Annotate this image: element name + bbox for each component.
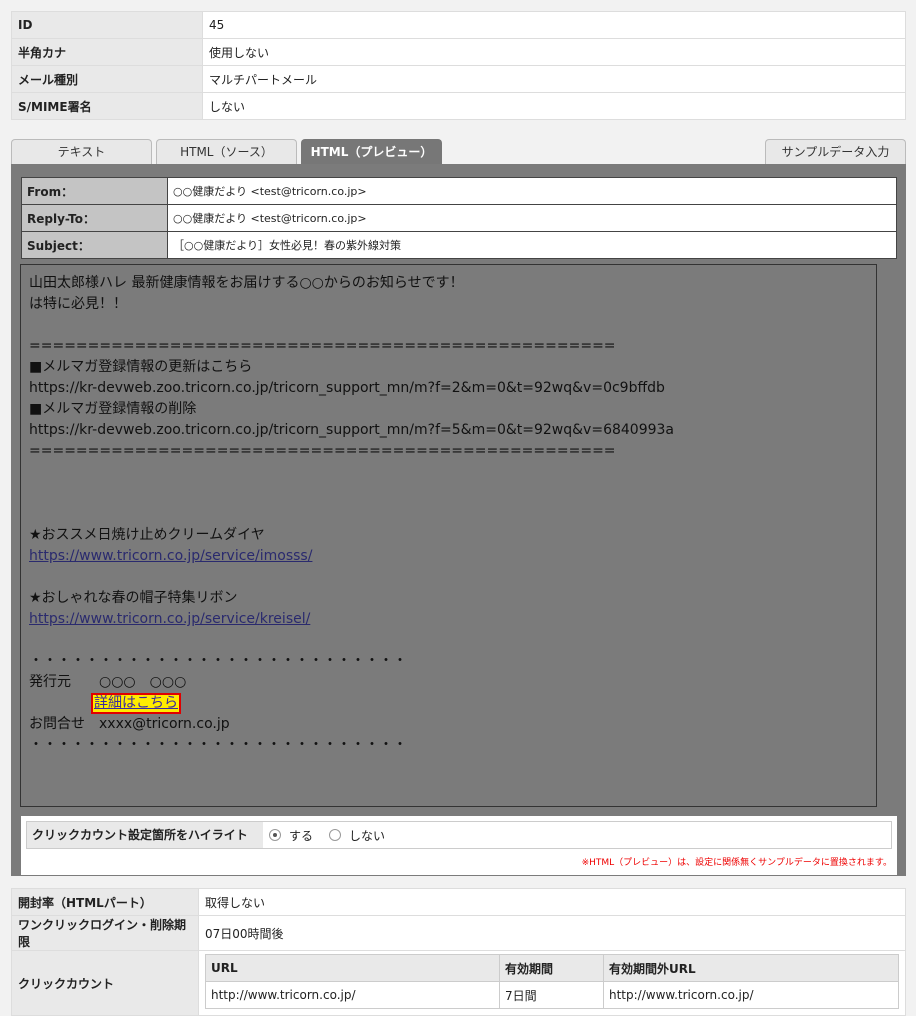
table-row: http://www.tricorn.co.jp/ 7日間 http://www… [205,981,899,1009]
mail-header-table: From： ○○健康だより <test@tricorn.co.jp> Reply… [21,177,897,259]
item-link[interactable]: https://www.tricorn.co.jp/service/kreise… [29,611,310,627]
highlight-off-label: しない [349,828,386,843]
sample-data-button[interactable]: サンプルデータ入力 [765,139,906,165]
subject-label: Subject： [21,231,168,259]
highlight-on-label: する [289,828,314,843]
update-url: https://kr-devweb.zoo.tricorn.co.jp/tric… [29,380,665,396]
from-label: From： [21,177,168,205]
item-title: ★おススメ日焼け止めクリームダイヤ [29,527,265,543]
highlight-setting: クリックカウント設定箇所をハイライト する しない ※HTML（プレビュー）は、… [21,816,897,875]
oneclick-label: ワンクリックログイン・削除期限 [11,915,199,951]
highlight-options: する しない [263,822,401,848]
item-link[interactable]: https://www.tricorn.co.jp/service/imosss… [29,548,312,564]
mail-meta-table: 開封率（HTMLパート） 取得しない ワンクリックログイン・削除期限 07日00… [11,888,906,1016]
info-value: マルチパートメール [202,65,906,93]
info-label: 半角カナ [11,38,203,66]
info-row-mail-type: メール種別 マルチパートメール [11,65,906,93]
highlight-row: クリックカウント設定箇所をハイライト する しない [26,821,892,849]
meta-row-oneclick: ワンクリックログイン・削除期限 07日00時間後 [11,915,906,951]
highlight-off-option[interactable]: しない [329,827,385,844]
click-table-header: URL 有効期間 有効期間外URL [205,954,899,982]
delete-label: ■メルマガ登録情報の削除 [29,401,197,417]
delete-url: https://kr-devweb.zoo.tricorn.co.jp/tric… [29,422,674,438]
info-value: しない [202,92,906,120]
mail-info-table: ID 45 半角カナ 使用しない メール種別 マルチパートメール S/MIME署… [11,11,906,120]
meta-row-click-count: クリックカウント URL 有効期間 有効期間外URL http://www.tr… [11,950,906,1016]
mail-body-preview[interactable]: 山田太郎様ハレ 最新健康情報をお届けする○○からのお知らせです！ は特に必見！！… [20,264,877,807]
tab-text[interactable]: テキスト [11,139,152,165]
radio-off-icon[interactable] [329,829,342,841]
info-value: 使用しない [202,38,906,66]
highlight-label: クリックカウント設定箇所をハイライト [27,822,263,848]
preview-panel: From： ○○健康だより <test@tricorn.co.jp> Reply… [11,164,906,876]
info-value: 45 [202,11,906,39]
preview-tabs: テキスト HTML（ソース） HTML（プレビュー） サンプルデータ入力 [11,139,906,165]
open-rate-value: 取得しない [198,888,906,916]
from-value: ○○健康だより <test@tricorn.co.jp> [167,177,897,205]
col-url: URL [205,954,500,982]
body-line: 山田太郎様ハレ 最新健康情報をお届けする○○からのお知らせです！ [29,275,464,291]
subject-value: ［○○健康だより］女性必見！春の紫外線対策 [167,231,897,259]
update-label: ■メルマガ登録情報の更新はこちら [29,359,253,375]
col-period: 有効期間 [499,954,604,982]
cell-expired-url: http://www.tricorn.co.jp/ [603,981,899,1009]
header-row-subject: Subject： ［○○健康だより］女性必見！春の紫外線対策 [21,231,897,259]
contact-line: お問合せ xxxx@tricorn.co.jp [29,716,230,732]
oneclick-value: 07日00時間後 [198,915,906,951]
info-row-smime: S/MIME署名 しない [11,92,906,120]
preview-note: ※HTML（プレビュー）は、設定に関係無くサンプルデータに置換されます。 [581,858,892,868]
meta-row-open-rate: 開封率（HTMLパート） 取得しない [11,888,906,916]
header-row-replyto: Reply-To： ○○健康だより <test@tricorn.co.jp> [21,204,897,232]
dots-divider: ・・・・・・・・・・・・・・・・・・・・・・・・・・・ [29,653,407,669]
publisher-line: 発行元 ○○○ ○○○ [29,674,187,690]
tab-html-source[interactable]: HTML（ソース） [156,139,297,165]
separator: ========================================… [29,443,616,459]
col-expired-url: 有効期間外URL [603,954,899,982]
separator: ========================================… [29,338,616,354]
info-label: ID [11,11,203,39]
open-rate-label: 開封率（HTMLパート） [11,888,199,916]
item-title: ★おしゃれな春の帽子特集リボン [29,590,238,606]
info-label: S/MIME署名 [11,92,203,120]
tab-html-preview[interactable]: HTML（プレビュー） [301,139,442,165]
highlighted-click-area: 詳細はこちら [91,693,181,714]
highlight-on-option[interactable]: する [269,827,313,844]
dots-divider: ・・・・・・・・・・・・・・・・・・・・・・・・・・・ [29,737,407,753]
info-label: メール種別 [11,65,203,93]
replyto-label: Reply-To： [21,204,168,232]
radio-on-icon[interactable] [269,829,281,841]
info-row-kana: 半角カナ 使用しない [11,38,906,66]
info-row-id: ID 45 [11,11,906,39]
cell-url: http://www.tricorn.co.jp/ [205,981,500,1009]
cell-period: 7日間 [499,981,604,1009]
replyto-value: ○○健康だより <test@tricorn.co.jp> [167,204,897,232]
click-count-label: クリックカウント [11,950,199,1016]
click-count-table: URL 有効期間 有効期間外URL http://www.tricorn.co.… [205,954,899,1009]
click-count-cell: URL 有効期間 有効期間外URL http://www.tricorn.co.… [198,950,906,1016]
body-line: は特に必見！！ [29,296,127,312]
details-link[interactable]: 詳細はこちら [94,695,178,711]
header-row-from: From： ○○健康だより <test@tricorn.co.jp> [21,177,897,205]
